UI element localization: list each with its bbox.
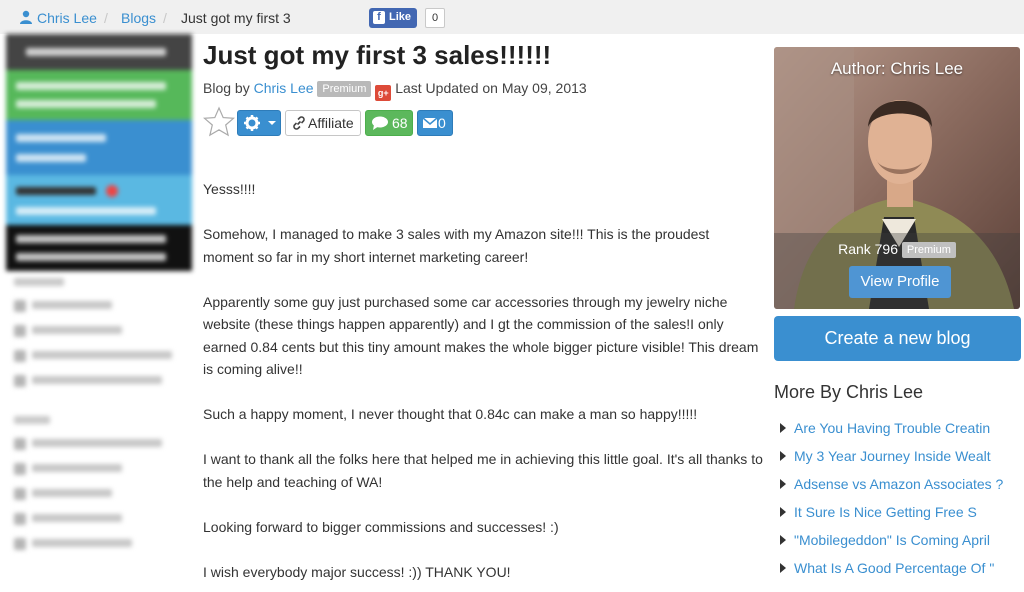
chevron-down-icon (268, 121, 276, 125)
gear-icon (244, 115, 276, 131)
post-paragraph: Looking forward to bigger commissions an… (203, 518, 559, 535)
more-by-link[interactable]: What Is A Good Percentage Of " (794, 560, 994, 576)
sidebar-item[interactable] (14, 321, 192, 346)
messages-count: 0 (438, 115, 446, 131)
facebook-like-label: Like (389, 11, 412, 23)
post-title: Just got my first 3 sales!!!!!! (203, 40, 552, 70)
list-item: My 3 Year Journey Inside Wealt (780, 446, 1020, 474)
google-plus-icon[interactable]: g+ (375, 85, 392, 101)
more-by-link[interactable]: It Sure Is Nice Getting Free S (794, 504, 977, 520)
post-body: Yesss!!!! Somehow, I managed to make 3 s… (203, 178, 763, 592)
author-rank: Rank 796 Premium (774, 241, 1020, 258)
caret-right-icon (780, 423, 786, 433)
breadcrumb-separator: / (104, 10, 108, 26)
sidebar-item[interactable] (14, 459, 192, 484)
more-by-list: Are You Having Trouble Creatin My 3 Year… (780, 418, 1020, 586)
author-link[interactable]: Chris Lee (254, 80, 314, 96)
comments-count: 68 (392, 115, 408, 131)
author-card-title: Author: Chris Lee (830, 59, 964, 78)
sidebar-block[interactable] (6, 34, 192, 70)
list-item: Adsense vs Amazon Associates ? (780, 474, 1020, 502)
caret-right-icon (780, 507, 786, 517)
sidebar-item[interactable] (14, 484, 192, 509)
list-item: It Sure Is Nice Getting Free S (780, 502, 1020, 530)
caret-right-icon (780, 535, 786, 545)
facebook-icon: f (373, 11, 385, 24)
sidebar-block[interactable] (6, 225, 192, 271)
more-by-link[interactable]: Adsense vs Amazon Associates ? (794, 476, 1003, 492)
more-by-link[interactable]: "Mobilegeddon" Is Coming April (794, 532, 990, 548)
last-updated: Last Updated on May 09, 2013 (395, 80, 587, 96)
list-item: What Is A Good Percentage Of " (780, 558, 1020, 586)
post-paragraph: Apparently some guy just purchased some … (203, 293, 759, 378)
sidebar-list (14, 278, 192, 559)
sidebar-item[interactable] (14, 534, 192, 559)
sidebar-item[interactable] (14, 296, 192, 321)
rank-label: Rank 796 (838, 241, 899, 257)
caret-right-icon (780, 451, 786, 461)
more-by-title: More By Chris Lee (774, 382, 924, 402)
caret-right-icon (780, 563, 786, 573)
top-bar: Chris Lee / Blogs / Just got my first 3 … (0, 0, 1024, 34)
sidebar-block[interactable] (6, 70, 192, 120)
message-button[interactable]: 0 (417, 110, 453, 136)
breadcrumb-current: Just got my first 3 (181, 10, 291, 26)
affiliate-button[interactable]: Affiliate (285, 110, 361, 136)
post-meta: Blog by Chris Lee Premium g+ Last Update… (203, 80, 587, 101)
more-by-link[interactable]: Are You Having Trouble Creatin (794, 420, 990, 436)
premium-badge: Premium (901, 242, 956, 258)
sidebar-item[interactable] (14, 434, 192, 459)
comments-button[interactable]: 68 (365, 110, 413, 136)
more-by-link[interactable]: My 3 Year Journey Inside Wealt (794, 448, 991, 464)
blog-by-label: Blog by (203, 80, 250, 96)
facebook-like-count: 0 (425, 8, 446, 28)
envelope-icon (422, 117, 438, 128)
view-profile-button[interactable]: View Profile (849, 266, 951, 298)
sidebar (6, 34, 192, 592)
link-icon (293, 116, 305, 130)
sidebar-block[interactable] (6, 120, 192, 175)
post-paragraph: Yesss!!!! (203, 181, 256, 197)
sidebar-item[interactable] (14, 371, 192, 396)
comment-icon (372, 116, 388, 130)
star-icon[interactable] (203, 106, 235, 138)
breadcrumb-separator: / (163, 10, 167, 26)
post-paragraph: Somehow, I managed to make 3 sales with … (203, 226, 710, 265)
premium-badge: Premium (317, 81, 372, 97)
create-blog-button[interactable]: Create a new blog (774, 316, 1021, 361)
list-item: Are You Having Trouble Creatin (780, 418, 1020, 446)
breadcrumb-user-link[interactable]: Chris Lee (37, 10, 97, 26)
sidebar-item[interactable] (14, 346, 192, 371)
sidebar-block[interactable] (6, 175, 192, 225)
list-item: "Mobilegeddon" Is Coming April (780, 530, 1020, 558)
post-paragraph: Such a happy moment, I never thought tha… (203, 406, 698, 422)
author-card: Author: Chris Lee Rank 796 Premium View … (774, 47, 1020, 309)
breadcrumb-blogs-link[interactable]: Blogs (121, 10, 156, 26)
sidebar-item[interactable] (14, 509, 192, 534)
facebook-like-button[interactable]: f Like (369, 8, 418, 28)
settings-dropdown-button[interactable] (237, 110, 281, 136)
user-icon (20, 10, 32, 24)
affiliate-label: Affiliate (308, 115, 354, 131)
post-paragraph: I want to thank all the folks here that … (203, 451, 763, 490)
caret-right-icon (780, 479, 786, 489)
post-paragraph: I wish everybody major success! :)) THAN… (203, 563, 511, 580)
